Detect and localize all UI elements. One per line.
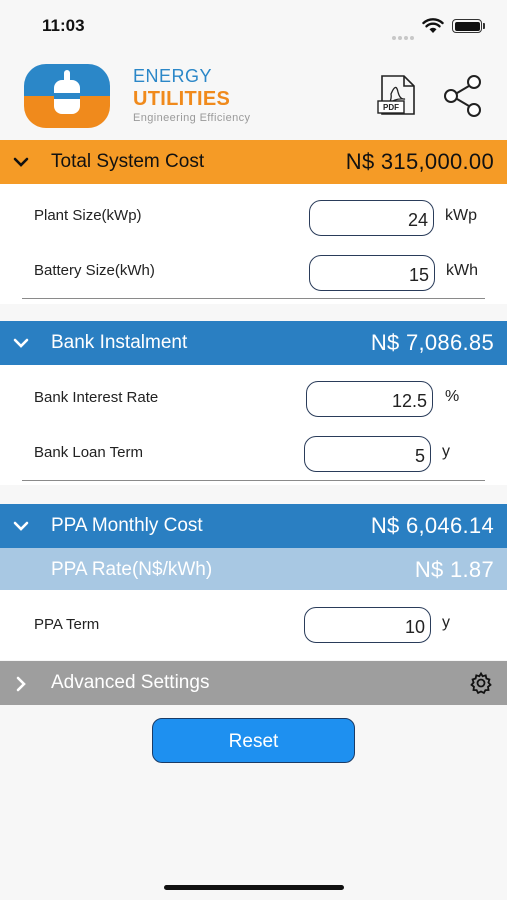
bank-interest-rate-input[interactable]: 12.5 [306,381,433,417]
chevron-down-icon [13,157,29,167]
advanced-settings-header[interactable]: Advanced Settings [0,661,507,705]
bank-interest-rate-label: Bank Interest Rate [34,389,159,406]
battery-size-label: Battery Size(kWh) [34,262,155,279]
pdf-export-button[interactable]: PDF [374,74,420,118]
brand-energy: ENERGY [133,66,213,86]
bank-loan-term-unit: y [442,443,450,460]
app-header: ENERGY UTILITIES Engineering Efficiency … [0,52,507,140]
bank-loan-term-label: Bank Loan Term [34,444,143,461]
advanced-settings-title: Advanced Settings [51,672,210,693]
ppa-term-input[interactable]: 10 [304,607,431,643]
ppa-term-unit: y [442,614,450,631]
signal-icon [392,27,416,45]
brand-utilities: UTILITIES [133,88,231,110]
battery-size-input[interactable]: 15 [309,255,435,291]
ppa-rate-title: PPA Rate(N$/kWh) [51,559,213,580]
ppa-monthly-cost-value: N$ 6,046.14 [370,513,494,538]
status-time: 11:03 [42,16,85,35]
chevron-right-icon [16,676,26,692]
plant-size-unit: kWp [445,207,477,224]
bank-loan-term-input[interactable]: 5 [304,436,431,472]
wifi-icon [422,18,444,33]
pdf-label: PDF [383,103,399,112]
chevron-down-icon [13,338,29,348]
gear-icon[interactable] [469,671,493,695]
reset-button[interactable]: Reset [152,718,355,763]
status-bar: 11:03 [0,0,507,52]
share-icon[interactable] [440,74,486,118]
divider [22,480,485,481]
bank-instalment-value: N$ 7,086.85 [370,330,494,355]
chevron-down-icon [13,521,29,531]
ppa-rate-row: PPA Rate(N$/kWh) N$ 1.87 [0,548,507,590]
home-indicator[interactable] [164,885,344,890]
total-system-cost-value: N$ 315,000.00 [345,149,494,174]
brand-tagline: Engineering Efficiency [133,112,251,124]
total-system-cost-header[interactable]: Total System Cost N$ 315,000.00 [0,140,507,184]
bank-interest-rate-unit: % [445,388,460,405]
plant-size-input[interactable]: 24 [309,200,434,236]
ppa-monthly-cost-header[interactable]: PPA Monthly Cost N$ 6,046.14 [0,504,507,548]
battery-icon [452,19,482,33]
bank-instalment-title: Bank Instalment [51,332,188,353]
battery-size-unit: kWh [446,262,478,279]
ppa-term-label: PPA Term [34,616,100,633]
divider [22,298,485,299]
bank-instalment-header[interactable]: Bank Instalment N$ 7,086.85 [0,321,507,365]
ppa-rate-value: N$ 1.87 [414,557,494,582]
total-system-cost-title: Total System Cost [51,151,205,172]
plant-size-label: Plant Size(kWp) [34,207,142,224]
ppa-monthly-cost-title: PPA Monthly Cost [51,515,203,536]
energy-utilities-logo [24,64,110,128]
